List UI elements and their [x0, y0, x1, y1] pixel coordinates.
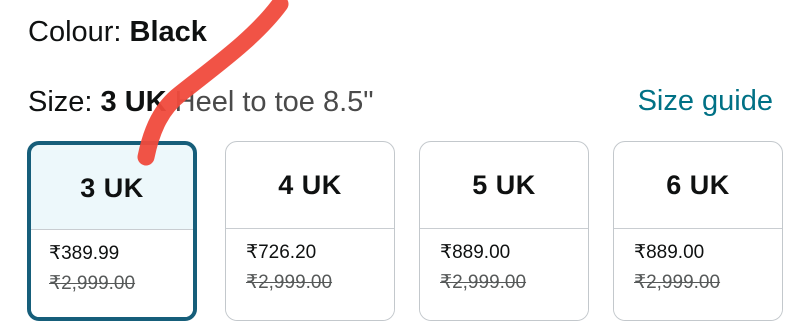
tile-size-label: 4 UK [278, 169, 342, 200]
size-tile-6uk[interactable]: 6 UK ₹889.00 ₹2,999.00 [613, 141, 783, 321]
size-tile-3uk[interactable]: 3 UK ₹389.99 ₹2,999.00 [27, 141, 197, 321]
tile-price: ₹389.99 [49, 243, 120, 264]
tile-price-area: ₹889.00 ₹2,999.00 [420, 228, 588, 320]
tile-mrp: ₹2,999.00 [246, 272, 333, 293]
size-tile-5uk[interactable]: 5 UK ₹889.00 ₹2,999.00 [419, 141, 589, 321]
size-options: 3 UK ₹389.99 ₹2,999.00 4 UK ₹726.20 ₹2,9… [0, 0, 800, 321]
tile-mrp: ₹2,999.00 [49, 273, 136, 294]
tile-price: ₹889.00 [440, 242, 511, 263]
tile-price-area: ₹889.00 ₹2,999.00 [614, 228, 782, 320]
tile-price: ₹726.20 [246, 242, 317, 263]
tile-mrp: ₹2,999.00 [440, 272, 527, 293]
tile-size-label: 6 UK [666, 169, 730, 200]
tile-size-label: 3 UK [80, 172, 144, 203]
tile-mrp: ₹2,999.00 [634, 272, 721, 293]
tile-price-area: ₹389.99 ₹2,999.00 [31, 229, 193, 317]
tile-price: ₹889.00 [634, 242, 705, 263]
tile-size-label: 5 UK [472, 169, 536, 200]
tile-price-area: ₹726.20 ₹2,999.00 [226, 228, 394, 320]
size-tile-4uk[interactable]: 4 UK ₹726.20 ₹2,999.00 [225, 141, 395, 321]
